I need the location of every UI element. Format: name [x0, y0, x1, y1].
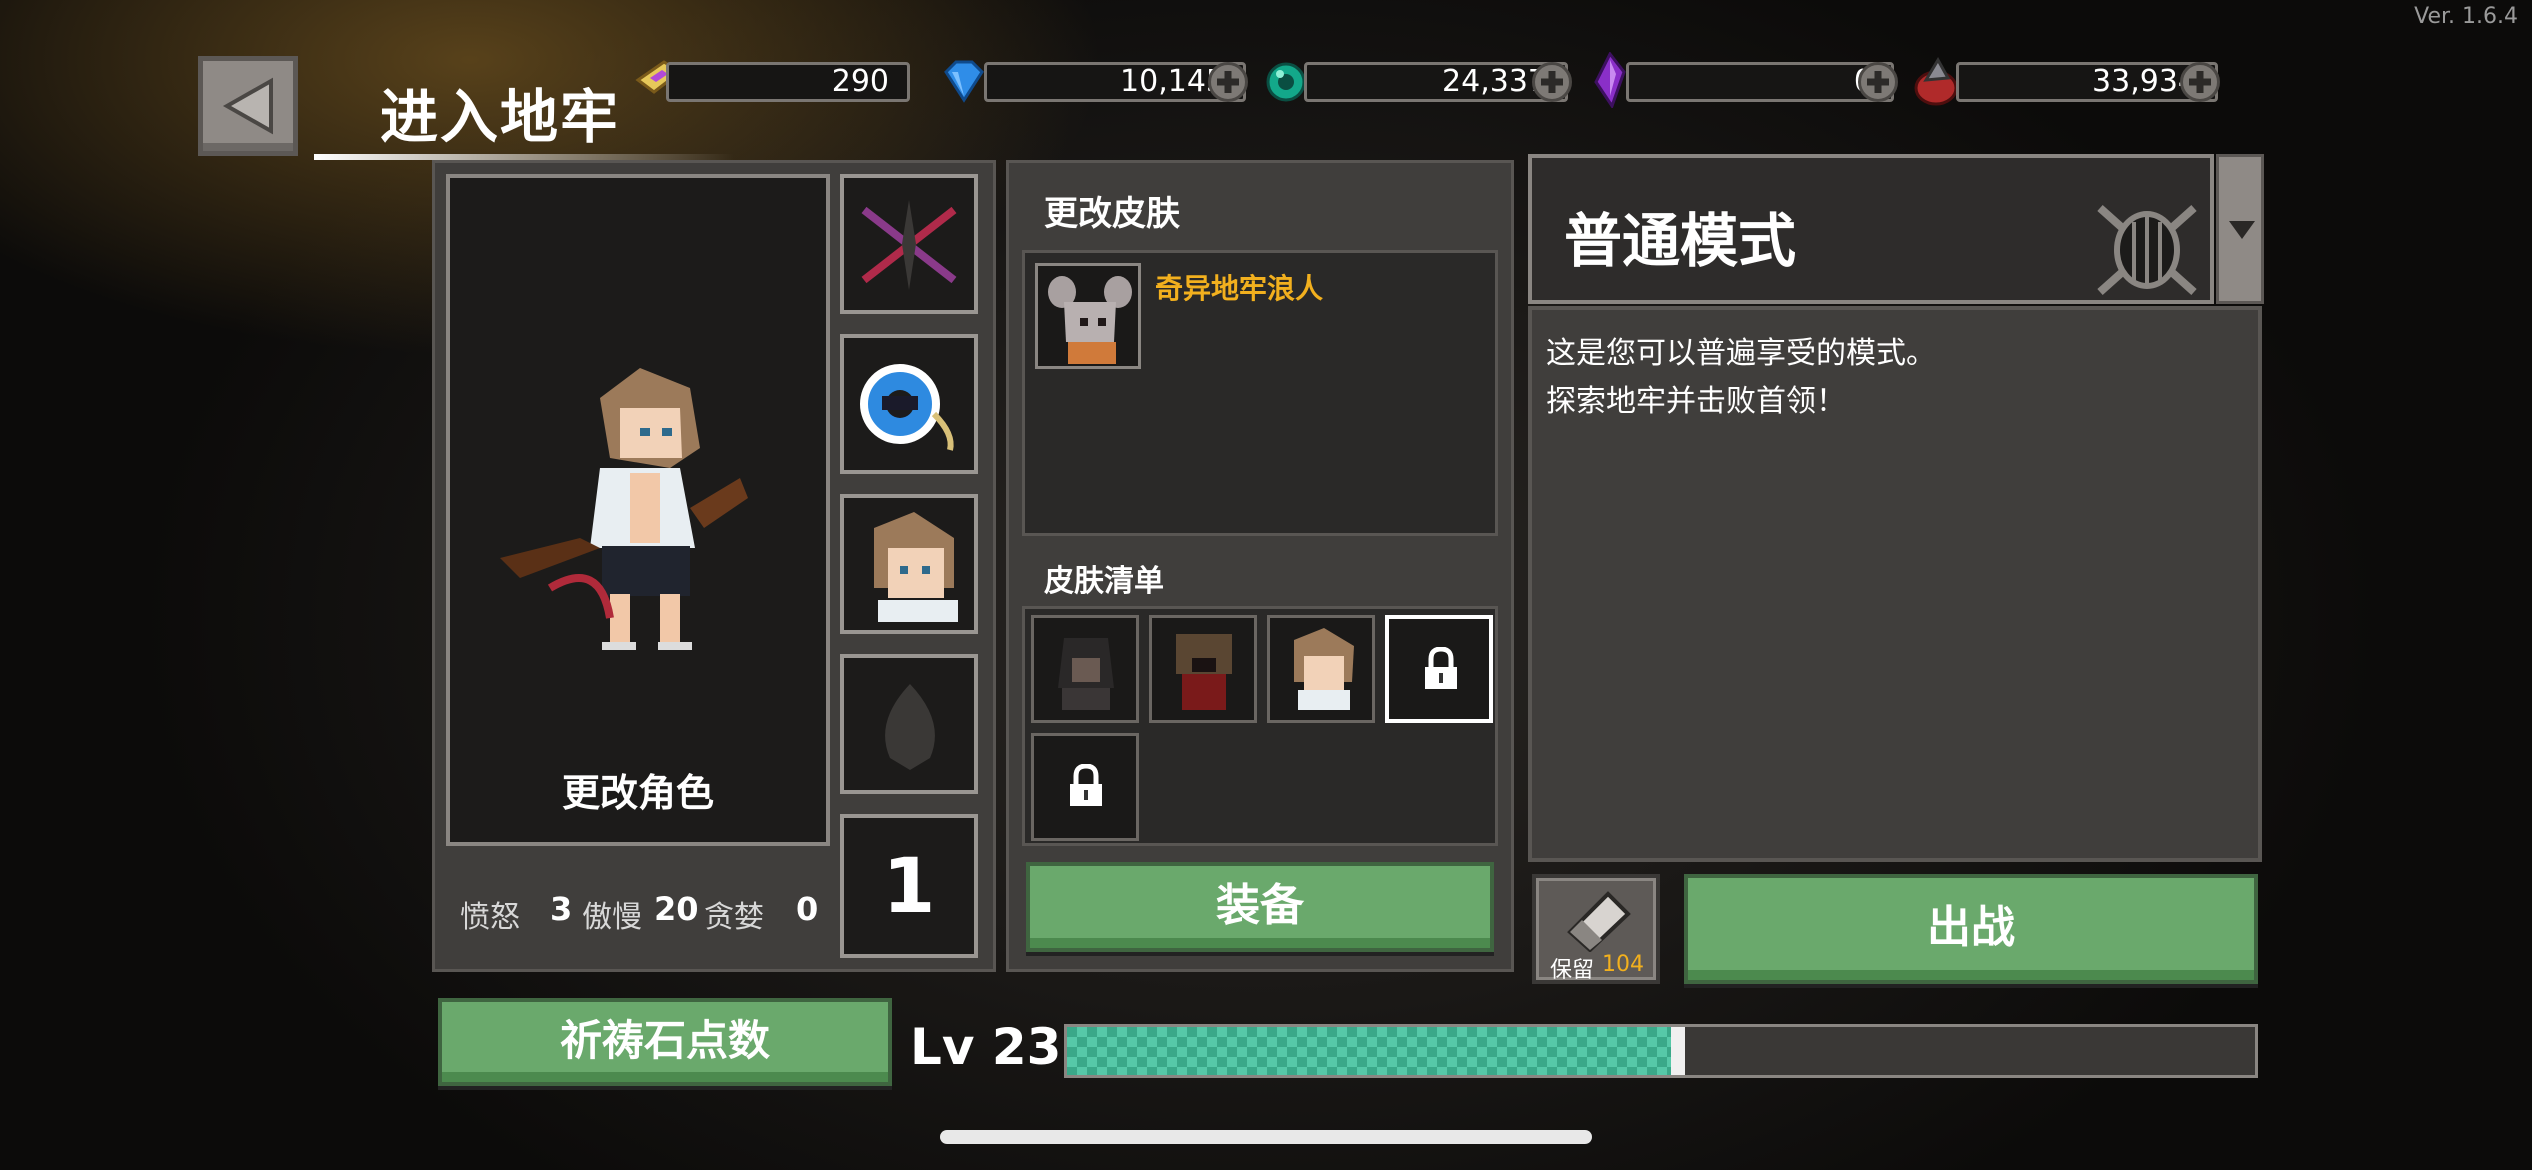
- mode-selector[interactable]: 普通模式: [1528, 154, 2214, 304]
- reserve-label: 保留: [1550, 958, 1595, 983]
- stat-wrath-label: 愤怒: [460, 900, 520, 935]
- add-crystal-button[interactable]: [1858, 62, 1898, 102]
- equip-slot-accessory[interactable]: [840, 334, 978, 474]
- crossed-swords-icon: [861, 200, 957, 290]
- ticket-count: 290: [666, 62, 910, 102]
- reserve-item-button[interactable]: 保留 104: [1532, 874, 1660, 984]
- shield-ring-icon: [860, 364, 954, 451]
- orb-count: 24,337: [1304, 62, 1568, 102]
- skin-hood-icon: [1176, 634, 1232, 710]
- stat-pride-value: 20: [654, 890, 699, 928]
- prayer-stone-button[interactable]: 祈祷石点数: [438, 998, 892, 1086]
- skin-item-rat[interactable]: [1267, 615, 1375, 723]
- mode-dropdown-button[interactable]: [2216, 154, 2264, 304]
- skin-list: [1022, 606, 1498, 846]
- character-sprite-icon: [500, 368, 748, 650]
- mode-title: 普通模式: [1564, 207, 1797, 275]
- skin-lock-icon: [1425, 647, 1457, 689]
- red-ore-icon: [1914, 57, 1958, 106]
- equip-slot-count: 1: [840, 814, 978, 958]
- current-skin-name: 奇异地牢浪人: [1155, 272, 1324, 305]
- equip-button[interactable]: 装备: [1026, 862, 1494, 952]
- back-button[interactable]: [198, 56, 298, 156]
- green-orb-icon: [1266, 62, 1306, 102]
- skin-section-title: 更改皮肤: [1044, 194, 1180, 234]
- current-skin-thumb: [1035, 263, 1141, 369]
- version-label: Ver. 1.6.4: [2414, 4, 2518, 29]
- ore-count: 33,934: [1956, 62, 2218, 102]
- page-title: 进入地牢: [380, 83, 621, 151]
- leaf-silhouette-icon: [885, 684, 935, 770]
- add-orb-button[interactable]: [1532, 62, 1572, 102]
- skin-item-locked-1[interactable]: [1385, 615, 1493, 723]
- equip-slot-weapon[interactable]: [840, 174, 978, 314]
- skin-item-locked-2[interactable]: [1031, 733, 1139, 841]
- add-diamond-button[interactable]: [1208, 62, 1248, 102]
- skin-lock-icon: [1070, 764, 1102, 806]
- diamond-count: 10,145: [984, 62, 1246, 102]
- stat-pride-label: 傲慢: [582, 900, 642, 935]
- shield-swords-icon: [2097, 205, 2197, 295]
- home-indicator: [940, 1130, 1592, 1144]
- stat-greed-value: 0: [796, 890, 819, 928]
- start-battle-button[interactable]: 出战: [1684, 874, 2258, 984]
- skin-item-hood[interactable]: [1149, 615, 1257, 723]
- stat-wrath-value: 3: [550, 890, 573, 928]
- xp-bar-fill: [1067, 1027, 1685, 1075]
- character-preview[interactable]: 更改角色: [446, 174, 830, 846]
- back-arrow-icon: [222, 77, 273, 135]
- skin-item-dark[interactable]: [1031, 615, 1139, 723]
- reserve-count: 104: [1602, 952, 1644, 977]
- purple-crystal-icon: [1594, 52, 1626, 108]
- diamond-gem-icon: [944, 60, 984, 103]
- change-character-label: 更改角色: [561, 771, 714, 815]
- xp-bar: [1064, 1024, 2258, 1078]
- chevron-down-icon: [2229, 221, 2255, 239]
- skin-dark-icon: [1058, 638, 1114, 710]
- equip-slot-empty[interactable]: [840, 654, 978, 794]
- current-skin-box: 奇异地牢浪人: [1022, 250, 1498, 536]
- equip-slot-portrait[interactable]: [840, 494, 978, 634]
- skin-list-title: 皮肤清单: [1044, 564, 1164, 599]
- mode-description-line1: 这是您可以普遍享受的模式。: [1546, 336, 1936, 371]
- slot-count-value: 1: [882, 841, 936, 930]
- mode-description-line2: 探索地牢并击败首领！: [1546, 384, 1846, 419]
- skin-rat-icon: [1294, 628, 1354, 710]
- mode-description-box: 这是您可以普遍享受的模式。 探索地牢并击败首领！: [1528, 306, 2262, 862]
- level-label: Lv 23: [910, 1018, 1062, 1076]
- crystal-count: 0: [1626, 62, 1894, 102]
- rat-skin-icon: [1048, 276, 1132, 364]
- eraser-icon: [1567, 891, 1631, 952]
- stat-greed-label: 贪婪: [704, 900, 764, 935]
- character-portrait-icon: [874, 512, 958, 622]
- add-ore-button[interactable]: [2180, 62, 2220, 102]
